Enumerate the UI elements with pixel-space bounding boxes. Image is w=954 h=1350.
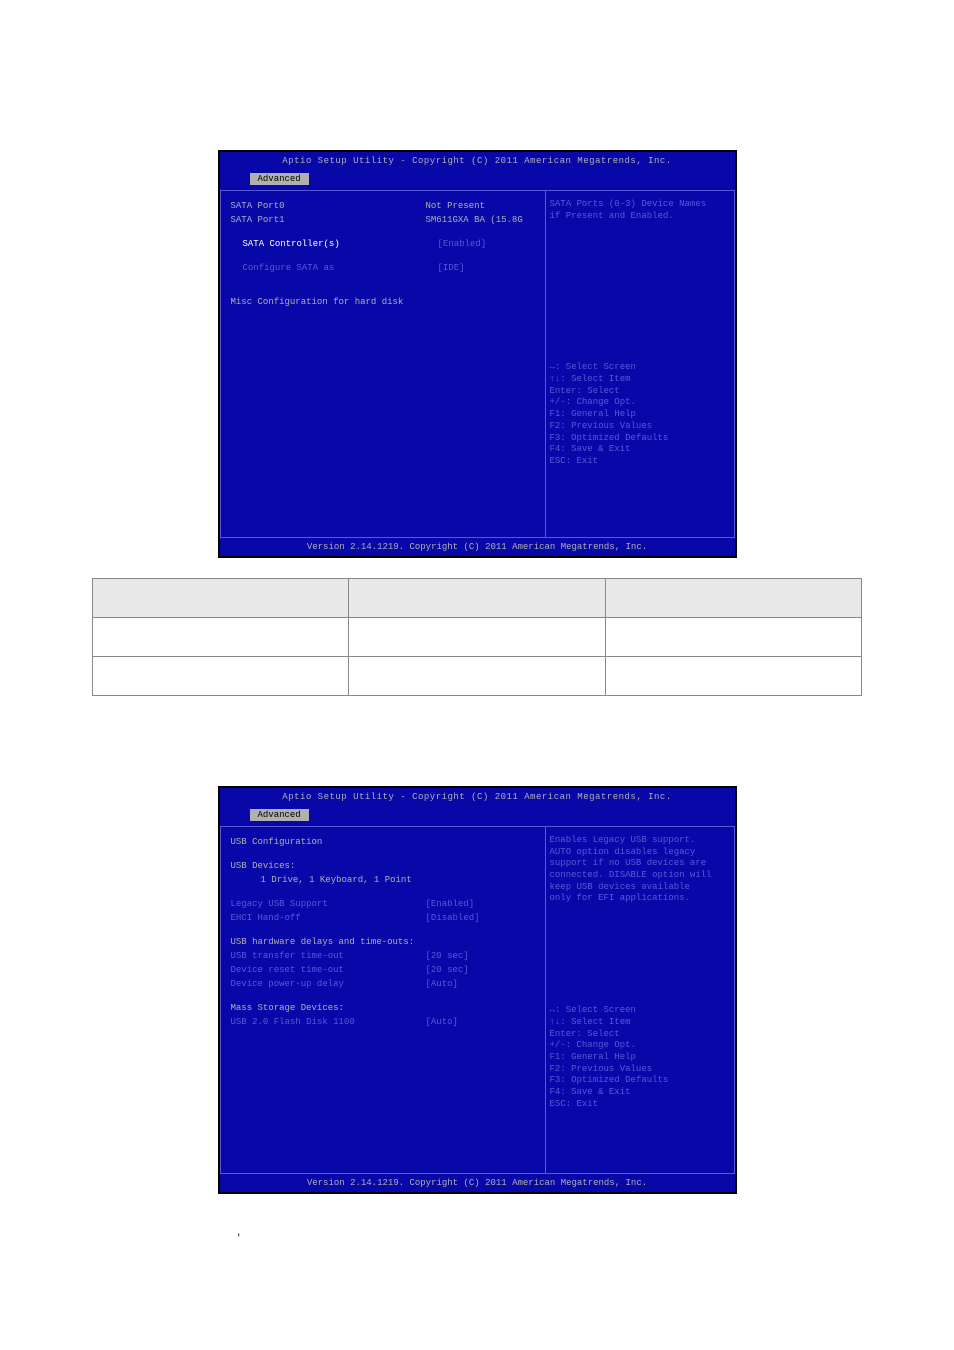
table-cell bbox=[605, 618, 861, 657]
table-cell bbox=[93, 579, 349, 618]
row-mass-storage: Mass Storage Devices: bbox=[231, 1001, 541, 1015]
bios-screen-sata: Aptio Setup Utility - Copyright (C) 2011… bbox=[218, 150, 737, 558]
bios-left-panel: SATA Port0 Not Present SATA Port1 SM611G… bbox=[220, 190, 545, 538]
bios-screen-usb: Aptio Setup Utility - Copyright (C) 2011… bbox=[218, 786, 737, 1194]
row-misc-config[interactable]: Misc Configuration for hard disk bbox=[231, 295, 541, 309]
value-legacy-usb: [Enabled] bbox=[426, 899, 475, 909]
option-table bbox=[92, 578, 862, 696]
label-mass-storage: Mass Storage Devices: bbox=[231, 1003, 426, 1013]
row-sata-port1[interactable]: SATA Port1 SM611GXA BA (15.8G bbox=[231, 213, 541, 227]
label-usb-config: USB Configuration bbox=[231, 837, 426, 847]
row-transfer-timeout[interactable]: USB transfer time-out [20 sec] bbox=[231, 949, 541, 963]
bios-help-panel: Enables Legacy USB support. AUTO option … bbox=[545, 826, 735, 1174]
row-hw-delays: USB hardware delays and time-outs: bbox=[231, 935, 541, 949]
row-configure-sata[interactable]: Configure SATA as [IDE] bbox=[231, 261, 541, 275]
bios-window: Aptio Setup Utility - Copyright (C) 2011… bbox=[218, 786, 737, 1194]
table-cell bbox=[605, 657, 861, 696]
row-sata-port0[interactable]: SATA Port0 Not Present bbox=[231, 199, 541, 213]
label-ehci: EHCI Hand-off bbox=[231, 913, 426, 923]
value-usb-devices: 1 Drive, 1 Keyboard, 1 Point bbox=[231, 875, 456, 885]
table-cell bbox=[93, 657, 349, 696]
row-usb-devices: USB Devices: bbox=[231, 859, 541, 873]
table-row bbox=[93, 657, 862, 696]
bios-body: SATA Port0 Not Present SATA Port1 SM611G… bbox=[220, 190, 735, 538]
label-transfer: USB transfer time-out bbox=[231, 951, 426, 961]
comma-note: , bbox=[237, 1224, 954, 1238]
row-usb-config-title: USB Configuration bbox=[231, 835, 541, 849]
label-sata-port1: SATA Port1 bbox=[231, 215, 426, 225]
row-legacy-usb[interactable]: Legacy USB Support [Enabled] bbox=[231, 897, 541, 911]
value-flash-disk: [Auto] bbox=[426, 1017, 458, 1027]
value-sata-port0: Not Present bbox=[426, 201, 485, 211]
value-ehci: [Disabled] bbox=[426, 913, 480, 923]
row-reset-timeout[interactable]: Device reset time-out [20 sec] bbox=[231, 963, 541, 977]
table-row bbox=[93, 618, 862, 657]
bios-tab-row: Advanced bbox=[220, 168, 735, 190]
table-cell bbox=[605, 579, 861, 618]
table-cell bbox=[93, 618, 349, 657]
label-sata-port0: SATA Port0 bbox=[231, 201, 426, 211]
label-usb-devices: USB Devices: bbox=[231, 861, 426, 871]
row-flash-disk[interactable]: USB 2.0 Flash Disk 1100 [Auto] bbox=[231, 1015, 541, 1029]
bios-footer: Version 2.14.1219. Copyright (C) 2011 Am… bbox=[220, 538, 735, 556]
bios-left-panel: USB Configuration USB Devices: 1 Drive, … bbox=[220, 826, 545, 1174]
table-cell bbox=[349, 579, 605, 618]
label-legacy-usb: Legacy USB Support bbox=[231, 899, 426, 909]
label-reset: Device reset time-out bbox=[231, 965, 426, 975]
bios-header: Aptio Setup Utility - Copyright (C) 2011… bbox=[220, 788, 735, 804]
bios-help-panel: SATA Ports (0-3) Device Names if Present… bbox=[545, 190, 735, 538]
value-transfer: [20 sec] bbox=[426, 951, 469, 961]
label-hw-delays: USB hardware delays and time-outs: bbox=[231, 937, 415, 947]
label-misc-config: Misc Configuration for hard disk bbox=[231, 297, 426, 307]
value-powerup: [Auto] bbox=[426, 979, 458, 989]
tab-advanced[interactable]: Advanced bbox=[250, 173, 309, 185]
label-flash-disk: USB 2.0 Flash Disk 1100 bbox=[231, 1017, 426, 1027]
help-keys: ↔: Select Screen ↑↓: Select Item Enter: … bbox=[550, 1005, 730, 1110]
row-ehci[interactable]: EHCI Hand-off [Disabled] bbox=[231, 911, 541, 925]
bios-body: USB Configuration USB Devices: 1 Drive, … bbox=[220, 826, 735, 1174]
label-sata-controller: SATA Controller(s) bbox=[231, 239, 438, 249]
table-cell bbox=[349, 657, 605, 696]
table-row bbox=[93, 579, 862, 618]
value-configure-sata: [IDE] bbox=[438, 263, 465, 273]
row-sata-controller[interactable]: SATA Controller(s) [Enabled] bbox=[231, 237, 541, 251]
label-powerup: Device power-up delay bbox=[231, 979, 426, 989]
help-desc: SATA Ports (0-3) Device Names if Present… bbox=[550, 199, 730, 222]
value-reset: [20 sec] bbox=[426, 965, 469, 975]
row-powerup-delay[interactable]: Device power-up delay [Auto] bbox=[231, 977, 541, 991]
help-desc: Enables Legacy USB support. AUTO option … bbox=[550, 835, 730, 905]
bios-tab-row: Advanced bbox=[220, 804, 735, 826]
label-configure-sata: Configure SATA as bbox=[231, 263, 438, 273]
tab-advanced[interactable]: Advanced bbox=[250, 809, 309, 821]
table-cell bbox=[349, 618, 605, 657]
row-usb-devices-list: 1 Drive, 1 Keyboard, 1 Point bbox=[231, 873, 541, 887]
value-sata-port1: SM611GXA BA (15.8G bbox=[426, 215, 523, 225]
bios-window: Aptio Setup Utility - Copyright (C) 2011… bbox=[218, 150, 737, 558]
value-sata-controller: [Enabled] bbox=[438, 239, 487, 249]
help-keys: ↔: Select Screen ↑↓: Select Item Enter: … bbox=[550, 362, 730, 467]
bios-header: Aptio Setup Utility - Copyright (C) 2011… bbox=[220, 152, 735, 168]
bios-footer: Version 2.14.1219. Copyright (C) 2011 Am… bbox=[220, 1174, 735, 1192]
